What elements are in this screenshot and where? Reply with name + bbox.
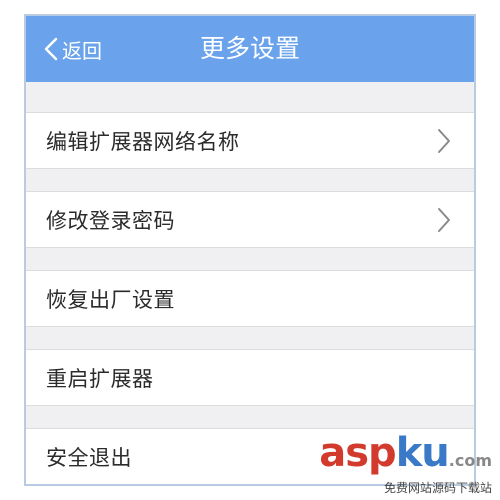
section-gap	[26, 248, 474, 271]
row-label: 编辑扩展器网络名称	[46, 129, 240, 154]
row-logout[interactable]: 安全退出	[26, 429, 474, 484]
row-label: 重启扩展器	[46, 366, 154, 391]
section-gap	[26, 406, 474, 429]
section-gap	[26, 327, 474, 350]
row-change-password[interactable]: 修改登录密码	[26, 192, 474, 248]
settings-screen: 返回 更多设置 编辑扩展器网络名称 修改登录密码 恢复出厂设置 重启扩展器 安全…	[24, 14, 476, 486]
row-label: 修改登录密码	[46, 208, 175, 233]
page-title: 更多设置	[199, 34, 300, 63]
chevron-right-icon	[438, 129, 450, 153]
row-label: 安全退出	[46, 445, 132, 470]
row-factory-reset[interactable]: 恢复出厂设置	[26, 271, 474, 327]
row-restart-extender[interactable]: 重启扩展器	[26, 350, 474, 406]
nav-bar: 返回 更多设置	[26, 16, 474, 82]
row-edit-network-name[interactable]: 编辑扩展器网络名称	[26, 113, 474, 169]
section-gap	[26, 169, 474, 192]
settings-list: 编辑扩展器网络名称 修改登录密码 恢复出厂设置 重启扩展器 安全退出	[26, 82, 474, 484]
chevron-right-icon	[438, 208, 450, 232]
row-label: 恢复出厂设置	[46, 287, 175, 312]
section-gap	[26, 82, 474, 113]
